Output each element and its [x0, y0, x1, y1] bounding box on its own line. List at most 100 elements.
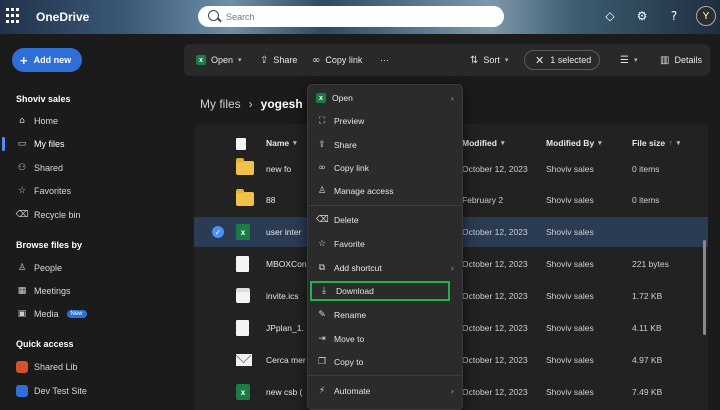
command-bar: x Open ▾ ⇪ Share ∞ Copy link ··· ⇅ Sort …	[184, 44, 710, 76]
view-options-button[interactable]: ☰ ▾	[620, 53, 637, 67]
column-file-size-label: File size	[632, 138, 666, 148]
calendar-file-icon	[236, 288, 250, 303]
chevron-right-icon: ›	[450, 386, 454, 396]
column-name-label: Name	[266, 138, 290, 148]
excel-file-icon: x	[236, 384, 250, 400]
file-name[interactable]: Cerca mer	[266, 355, 306, 365]
chevron-down-icon: ▾	[598, 140, 602, 147]
menu-item-favorite[interactable]: ☆ Favorite	[308, 234, 462, 254]
site-icon	[16, 361, 28, 373]
file-name[interactable]: 88	[266, 195, 275, 205]
file-name[interactable]: JPplan_1.	[266, 323, 304, 333]
sidebar-item-label: Meetings	[34, 286, 71, 296]
add-new-button[interactable]: + Add new	[12, 48, 82, 72]
menu-item-copy-to[interactable]: ❐ Copy to	[308, 352, 462, 372]
details-label: Details	[674, 55, 702, 65]
file-modified: October 12, 2023	[462, 164, 528, 174]
menu-item-download[interactable]: ⤓ Download	[310, 281, 450, 301]
file-size: 4.97 KB	[632, 355, 663, 365]
more-icon: ···	[380, 55, 389, 65]
preview-icon: ⛶	[318, 116, 326, 126]
open-label: Open	[211, 55, 234, 65]
menu-item-rename[interactable]: ✎ Rename	[308, 305, 462, 325]
selection-pill[interactable]: ✕ 1 selected	[524, 50, 600, 70]
menu-item-share[interactable]: ⇪ Share	[308, 135, 462, 155]
active-indicator	[2, 137, 5, 151]
sort-button[interactable]: ⇅ Sort ▾	[470, 53, 508, 67]
calendar-icon: ▦	[17, 286, 27, 296]
more-button[interactable]: ···	[380, 53, 389, 67]
sidebar-item-home[interactable]: ⌂ Home	[16, 114, 58, 128]
menu-item-copy-link[interactable]: ∞ Copy link	[308, 158, 462, 178]
sidebar-section-title: Browse files by	[16, 240, 83, 250]
column-name-header[interactable]: Name ▾	[266, 138, 297, 148]
manage-access-icon: ♙	[317, 186, 327, 196]
sidebar-item-meetings[interactable]: ▦ Meetings	[16, 284, 71, 298]
menu-item-delete[interactable]: ⌫ Delete	[308, 210, 462, 230]
context-menu: x Open › ⛶ Preview ⇪ Share ∞ Copy link ♙…	[307, 84, 463, 410]
file-size: 4.11 KB	[632, 323, 662, 333]
sidebar-item-shared[interactable]: ⚇ Shared	[16, 161, 63, 175]
sidebar-item-people[interactable]: ♙ People	[16, 261, 62, 275]
column-modified-header[interactable]: Modified ▾	[462, 138, 504, 148]
file-name[interactable]: MBOXCon	[266, 259, 307, 269]
file-modified: October 12, 2023	[462, 291, 528, 301]
file-name[interactable]: invite.ics	[266, 291, 299, 301]
app-launcher-icon[interactable]	[6, 8, 22, 24]
breadcrumb-root[interactable]: My files	[200, 97, 241, 111]
menu-item-preview[interactable]: ⛶ Preview	[308, 111, 462, 131]
menu-item-label: Copy link	[334, 163, 369, 173]
close-icon[interactable]: ✕	[535, 54, 544, 67]
menu-item-move-to[interactable]: ⇥ Move to	[308, 329, 462, 349]
avatar[interactable]: Y	[696, 6, 716, 26]
column-modified-by-header[interactable]: Modified By ▾	[546, 138, 602, 148]
menu-item-open[interactable]: x Open ›	[308, 88, 462, 108]
copy-link-button[interactable]: ∞ Copy link	[312, 53, 362, 67]
column-file-size-header[interactable]: File size ↑ ▾	[632, 138, 680, 148]
file-name[interactable]: user inter	[266, 227, 301, 237]
excel-icon: x	[316, 93, 326, 103]
sidebar-item-my-files[interactable]: ▭ My files	[16, 137, 65, 151]
scrollbar[interactable]	[703, 240, 706, 335]
quick-access-dev-test-site[interactable]: Dev Test Site	[16, 384, 87, 398]
column-type-header[interactable]	[236, 138, 246, 150]
selected-count: 1 selected	[550, 55, 592, 65]
checkmark-icon[interactable]: ✓	[212, 226, 224, 238]
menu-item-manage-access[interactable]: ♙ Manage access	[308, 181, 462, 201]
search-box[interactable]	[198, 6, 504, 27]
premium-diamond-icon[interactable]: ◇	[600, 6, 620, 26]
sort-label: Sort	[483, 55, 500, 65]
excel-icon: x	[196, 55, 206, 65]
chevron-right-icon: ›	[450, 93, 454, 103]
menu-item-add-shortcut[interactable]: ⧉ Add shortcut ›	[308, 258, 462, 278]
help-icon[interactable]: ?	[664, 6, 684, 26]
link-icon: ∞	[318, 163, 326, 173]
file-modified-by: Shoviv sales	[546, 291, 594, 301]
sidebar-item-favorites[interactable]: ☆ Favorites	[16, 184, 71, 198]
sidebar-item-label: Dev Test Site	[34, 386, 87, 396]
top-bar: OneDrive ◇ ⚙ ? Y	[0, 0, 720, 34]
search-icon	[208, 10, 219, 21]
share-button[interactable]: ⇪ Share	[260, 53, 297, 67]
folder-icon	[236, 189, 254, 206]
file-name[interactable]: new csb (	[266, 387, 302, 397]
menu-item-label: Manage access	[334, 186, 394, 196]
quick-access-shared-lib[interactable]: Shared Lib	[16, 360, 78, 374]
chevron-down-icon: ▾	[293, 140, 297, 147]
file-modified-by: Shoviv sales	[546, 387, 594, 397]
menu-item-label: Open	[332, 93, 353, 103]
share-icon: ⇪	[318, 140, 326, 150]
app-name[interactable]: OneDrive	[36, 10, 89, 24]
shared-icon: ⚇	[17, 163, 27, 173]
menu-item-automate[interactable]: ⚡ Automate ›	[308, 381, 462, 401]
details-button[interactable]: ▥ Details	[660, 53, 702, 67]
sidebar-item-label: Favorites	[34, 186, 72, 196]
settings-icon[interactable]: ⚙	[632, 6, 652, 26]
file-name[interactable]: new fo	[266, 164, 291, 174]
sidebar-section-title: Shoviv sales	[16, 94, 71, 104]
sort-icon: ⇅	[470, 54, 479, 66]
open-button[interactable]: x Open ▾	[196, 53, 242, 67]
sidebar-item-media[interactable]: ▣ Media New	[16, 307, 87, 321]
sidebar-item-recycle-bin[interactable]: ⌫ Recycle bin	[16, 208, 81, 222]
search-input[interactable]	[226, 9, 486, 24]
